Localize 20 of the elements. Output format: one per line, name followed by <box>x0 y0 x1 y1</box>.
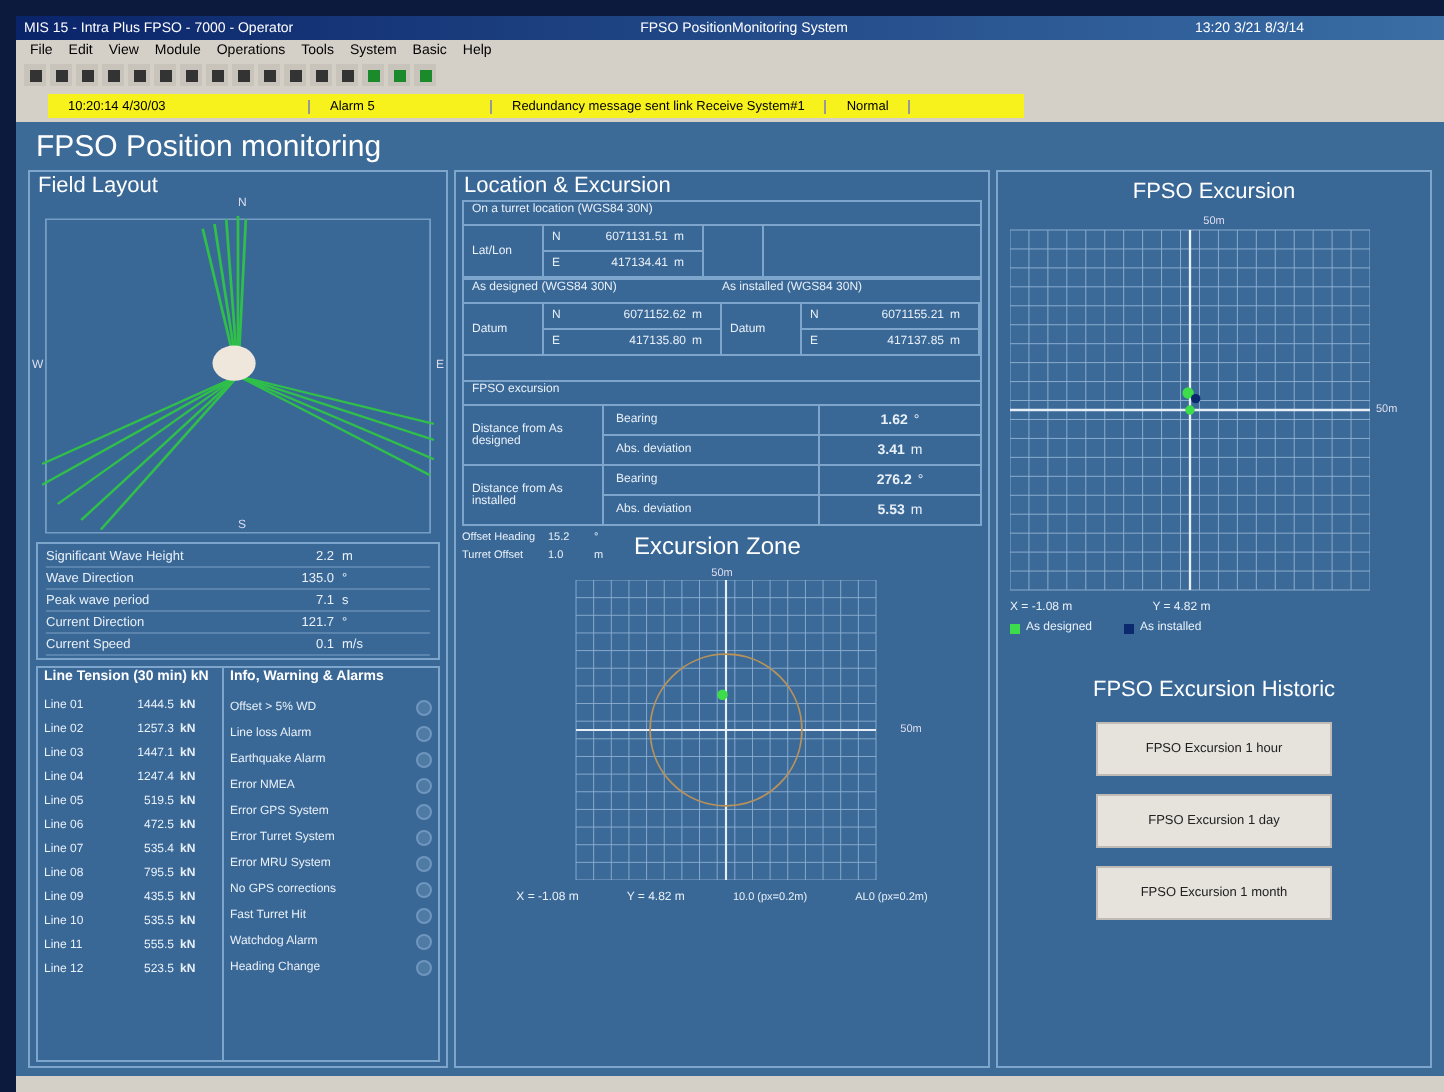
turret-circle <box>212 345 256 381</box>
chart-title: FPSO Excursion <box>1130 178 1298 208</box>
toolbar-button[interactable] <box>154 64 176 86</box>
page-title: FPSO Position monitoring <box>34 128 384 168</box>
panel-title: Location & Excursion <box>462 172 673 200</box>
panel-title: Field Layout <box>36 172 160 200</box>
chart-title: Excursion Zone <box>634 532 801 560</box>
toolbar-button[interactable] <box>50 64 72 86</box>
toolbar-button[interactable] <box>258 64 280 86</box>
toolbar-button[interactable] <box>284 64 306 86</box>
toolbar-button[interactable] <box>102 64 124 86</box>
toolbar-button[interactable] <box>128 64 150 86</box>
toolbar-button[interactable] <box>180 64 202 86</box>
toolbar-button[interactable] <box>336 64 358 86</box>
toolbar-button[interactable] <box>206 64 228 86</box>
toolbar-button[interactable] <box>76 64 98 86</box>
toolbar-button[interactable] <box>232 64 254 86</box>
toolbar-button[interactable] <box>24 64 46 86</box>
section-title: FPSO Excursion Historic <box>1090 678 1338 702</box>
toolbar-button[interactable] <box>310 64 332 86</box>
